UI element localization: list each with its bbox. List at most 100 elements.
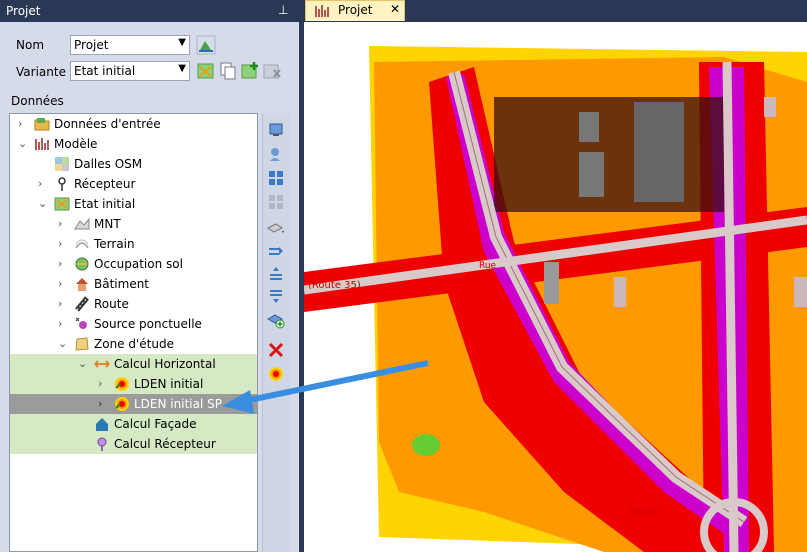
- point-source-icon: [75, 317, 87, 329]
- expand-chevron-icon[interactable]: ›: [98, 377, 102, 390]
- noise-map-icon: [115, 377, 129, 391]
- move-down-icon[interactable]: [267, 287, 285, 305]
- tree-item-label: Dalles OSM: [74, 157, 143, 171]
- tree-item-label: LDEN initial: [134, 377, 204, 391]
- move-right-icon[interactable]: [267, 243, 285, 261]
- tree-item-occupation-sol[interactable]: › Occupation sol: [10, 254, 257, 274]
- expand-chevron-icon[interactable]: ›: [58, 277, 62, 290]
- tree-item-label: MNT: [94, 217, 121, 231]
- add-layer-icon[interactable]: [267, 311, 285, 329]
- building: [544, 262, 559, 304]
- tree-item-label: Source ponctuelle: [94, 317, 202, 331]
- tree-item-label: Données d'entrée: [54, 117, 161, 131]
- grid-disabled-icon[interactable]: [267, 193, 285, 211]
- properties-icon[interactable]: [267, 121, 285, 139]
- terrain-icon: [75, 239, 89, 249]
- variant-map-icon[interactable]: [196, 61, 216, 81]
- map-view[interactable]: (Route 35) Rue Route: [299, 22, 807, 552]
- collapse-chevron-icon[interactable]: ⌄: [18, 137, 27, 150]
- tree-item-dalles-osm[interactable]: Dalles OSM: [10, 154, 257, 174]
- terrain-model-icon: [74, 217, 90, 230]
- zoom-user-icon[interactable]: [267, 145, 285, 163]
- noise-map-icon: [115, 397, 129, 411]
- collapse-chevron-icon[interactable]: ⌄: [58, 337, 67, 350]
- chevron-down-icon: ▼: [178, 37, 186, 48]
- tree-item-lden-initial-sp[interactable]: › LDEN initial SP: [10, 394, 257, 414]
- nom-value: Projet: [74, 38, 109, 52]
- tree-item-label: Route: [94, 297, 129, 311]
- building: [579, 152, 604, 197]
- expand-chevron-icon[interactable]: ›: [58, 217, 62, 230]
- panel-title-bar: Projet ⊥: [0, 0, 299, 22]
- building: [579, 112, 599, 142]
- delete-variant-icon[interactable]: [262, 61, 282, 81]
- tree-item-label: Etat initial: [74, 197, 136, 211]
- expand-chevron-icon[interactable]: ›: [58, 297, 62, 310]
- expand-chevron-icon[interactable]: ›: [98, 397, 102, 410]
- nom-label: Nom: [16, 38, 45, 52]
- tree-item-calcul-facade[interactable]: Calcul Façade: [10, 414, 257, 434]
- expand-chevron-icon[interactable]: ›: [58, 317, 62, 330]
- tree-item-label: Modèle: [54, 137, 98, 151]
- grid-icon[interactable]: [267, 169, 285, 187]
- pin-icon[interactable]: ⊥: [278, 3, 288, 17]
- project-properties: Nom Projet ▼ Variante Etat initial ▼: [4, 26, 295, 90]
- tree-item-lden-initial[interactable]: › LDEN initial: [10, 374, 257, 394]
- tree-item-modele[interactable]: ⌄ Modèle: [10, 134, 257, 154]
- facade-calc-icon: [96, 418, 108, 431]
- tree-item-donnees-entree[interactable]: › Données d'entrée: [10, 114, 257, 134]
- delete-icon[interactable]: [267, 341, 285, 359]
- road-label-route: Route: [629, 507, 656, 517]
- tree-item-label: Terrain: [94, 237, 135, 251]
- variante-value: Etat initial: [74, 64, 136, 78]
- map-state-icon: [54, 197, 70, 211]
- road-icon: [75, 296, 89, 312]
- collapse-chevron-icon[interactable]: ⌄: [38, 197, 47, 210]
- model-icon: [35, 138, 49, 150]
- tree-item-calcul-horizontal[interactable]: ⌄ Calcul Horizontal: [10, 354, 257, 374]
- study-zone-icon: [75, 337, 89, 351]
- tree-item-zone-etude[interactable]: ⌄ Zone d'étude: [10, 334, 257, 354]
- tree-item-calcul-recepteur[interactable]: Calcul Récepteur: [10, 434, 257, 454]
- land-use-icon: [75, 257, 89, 271]
- copy-variant-icon[interactable]: [218, 61, 238, 81]
- tree-item-label: Récepteur: [74, 177, 136, 191]
- collapse-chevron-icon[interactable]: ⌄: [78, 357, 87, 370]
- variante-label: Variante: [16, 65, 66, 79]
- expand-chevron-icon[interactable]: ›: [18, 117, 22, 130]
- tree-item-label: LDEN initial SP: [134, 397, 222, 411]
- building: [794, 277, 807, 307]
- project-panel: Projet ⊥ Nom Projet ▼ Variante Etat init…: [0, 0, 299, 552]
- nom-combo[interactable]: Projet ▼: [70, 35, 190, 55]
- osm-tiles-icon: [55, 157, 69, 171]
- tree-item-terrain[interactable]: › Terrain: [10, 234, 257, 254]
- expand-chevron-icon[interactable]: ›: [58, 257, 62, 270]
- building: [614, 277, 626, 307]
- building: [764, 97, 776, 117]
- panel-title: Projet: [6, 4, 41, 18]
- tree-item-etat-initial[interactable]: ⌄ Etat initial: [10, 194, 257, 214]
- tree-item-source-ponctuelle[interactable]: › Source ponctuelle: [10, 314, 257, 334]
- tree-item-route[interactable]: › Route: [10, 294, 257, 314]
- noise-map[interactable]: (Route 35) Rue Route: [304, 22, 807, 552]
- map-settings-icon[interactable]: [196, 35, 216, 55]
- building: [634, 102, 684, 202]
- tree-item-label: Bâtiment: [94, 277, 150, 291]
- road-label-route35: (Route 35): [308, 280, 361, 291]
- layer-dropdown-icon[interactable]: [267, 219, 285, 237]
- tree-item-mnt[interactable]: › MNT: [10, 214, 257, 234]
- tree-item-label: Calcul Récepteur: [114, 437, 216, 451]
- tree-item-batiment[interactable]: › Bâtiment: [10, 274, 257, 294]
- tree-item-recepteur[interactable]: › Récepteur: [10, 174, 257, 194]
- expand-chevron-icon[interactable]: ›: [38, 177, 42, 190]
- add-variant-icon[interactable]: [240, 61, 260, 81]
- chevron-down-icon: ▼: [178, 63, 186, 74]
- model-icon: [315, 5, 329, 17]
- tab-projet[interactable]: Projet ✕: [305, 0, 405, 21]
- move-up-icon[interactable]: [267, 265, 285, 283]
- variante-combo[interactable]: Etat initial ▼: [70, 61, 190, 81]
- expand-chevron-icon[interactable]: ›: [58, 237, 62, 250]
- color-map-icon[interactable]: [267, 365, 285, 383]
- close-icon[interactable]: ✕: [390, 2, 400, 16]
- project-tree: › Données d'entrée ⌄ Modèle Dalles OSM ›…: [9, 113, 258, 552]
